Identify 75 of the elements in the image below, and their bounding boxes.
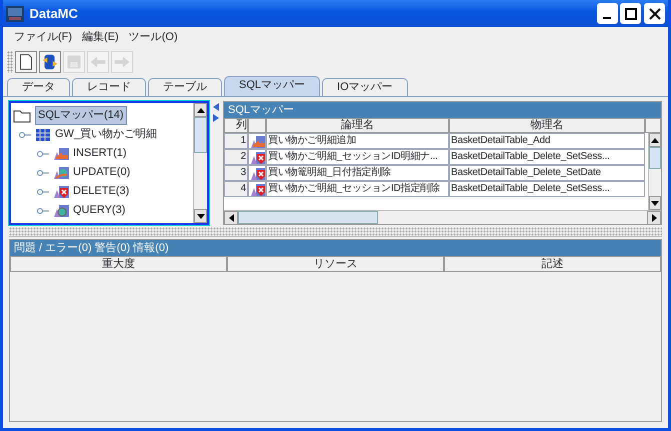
row-number: 3 — [224, 165, 248, 181]
minimize-icon — [603, 16, 611, 18]
menu-item[interactable]: 編集(E) — [77, 28, 124, 46]
vertical-scrollbar[interactable] — [648, 133, 661, 210]
column-header: 重大度 — [10, 256, 227, 272]
tab[interactable]: SQLマッパー — [224, 76, 320, 96]
tree-connector-icon — [19, 130, 31, 138]
folder-icon — [13, 108, 31, 122]
table-cell: BasketDetailTable_Delete_SetSess... — [449, 181, 645, 197]
row-number: 2 — [224, 149, 248, 165]
table-cell: BasketDetailTable_Delete_SetDate — [449, 165, 645, 181]
column-header: 列 — [224, 118, 248, 133]
column-header: リソース — [227, 256, 444, 272]
close-icon — [648, 8, 660, 20]
column-header: 論理名 — [266, 118, 449, 133]
scroll-left-button[interactable] — [224, 211, 238, 225]
update-icon — [53, 164, 69, 180]
close-button[interactable] — [644, 3, 665, 24]
scroll-down-icon — [651, 200, 659, 206]
tab[interactable]: テーブル — [148, 78, 222, 96]
scroll-left-icon — [228, 214, 234, 222]
scroll-up-icon — [196, 108, 204, 112]
tree-item[interactable]: DELETE(3) — [73, 183, 130, 200]
column-header: 記述 — [444, 256, 661, 272]
tab[interactable]: データ — [7, 78, 70, 96]
table-icon — [35, 126, 51, 142]
delete-icon — [250, 150, 265, 164]
panel-header: 問題 / エラー(0) 警告(0) 情報(0) — [10, 240, 661, 256]
sync-button[interactable] — [39, 51, 61, 73]
query-icon — [53, 202, 69, 218]
scrollbar-thumb[interactable] — [194, 117, 207, 153]
scroll-down-icon — [196, 214, 204, 218]
tree-item[interactable]: UPDATE(0) — [73, 164, 130, 181]
insert-icon — [53, 146, 69, 162]
tree-item[interactable]: GW_買い物かご明細 — [55, 126, 158, 143]
scroll-right-button[interactable] — [647, 211, 661, 225]
window-title: DataMC — [30, 4, 78, 23]
expand-right-icon[interactable] — [213, 114, 219, 122]
scroll-up-icon — [651, 138, 659, 142]
table-cell: 買い物かご明細_セッションID指定削除 — [266, 181, 449, 197]
tree-connector-icon — [37, 168, 49, 176]
table-cell: 買い物篭明細_日付指定削除 — [266, 165, 449, 181]
tree-connector-icon — [37, 188, 49, 196]
delete-icon — [250, 166, 265, 180]
table-cell: 買い物かご明細_セッションID明細ナ... — [266, 149, 449, 165]
collapse-left-icon[interactable] — [213, 103, 219, 111]
tree-item[interactable]: SQLマッパー(14) — [35, 106, 127, 125]
table-cell: BasketDetailTable_Delete_SetSess... — [449, 149, 645, 165]
menu-item[interactable]: ファイル(F) — [9, 28, 78, 46]
delete-icon — [250, 182, 265, 196]
maximize-button[interactable] — [620, 3, 642, 24]
column-header — [248, 118, 266, 133]
scrollbar-thumb[interactable] — [238, 211, 378, 224]
tree-item[interactable]: QUERY(3) — [73, 202, 126, 219]
tree-item[interactable]: INSERT(1) — [73, 145, 127, 162]
tab[interactable]: レコード — [72, 78, 146, 96]
panel-header: SQLマッパー — [224, 102, 661, 118]
scroll-right-icon — [652, 214, 656, 222]
column-header: 物理名 — [449, 118, 645, 133]
table-cell: 買い物かご明細追加 — [266, 133, 449, 149]
row-number: 4 — [224, 181, 248, 197]
tree-connector-icon — [37, 150, 49, 158]
table-cell: BasketDetailTable_Add — [449, 133, 645, 149]
scroll-up-button[interactable] — [194, 103, 207, 117]
tree-connector-icon — [37, 206, 49, 214]
scroll-down-button[interactable] — [194, 209, 207, 223]
maximize-icon — [624, 8, 637, 20]
tab[interactable]: IOマッパー — [322, 78, 408, 96]
insert-icon — [250, 134, 265, 148]
delete-icon — [53, 184, 69, 200]
menu-item[interactable]: ツール(O) — [124, 28, 183, 46]
minimize-button[interactable] — [596, 3, 618, 24]
app-icon — [6, 6, 24, 22]
new-file-button[interactable] — [15, 51, 37, 73]
row-number: 1 — [224, 133, 248, 149]
